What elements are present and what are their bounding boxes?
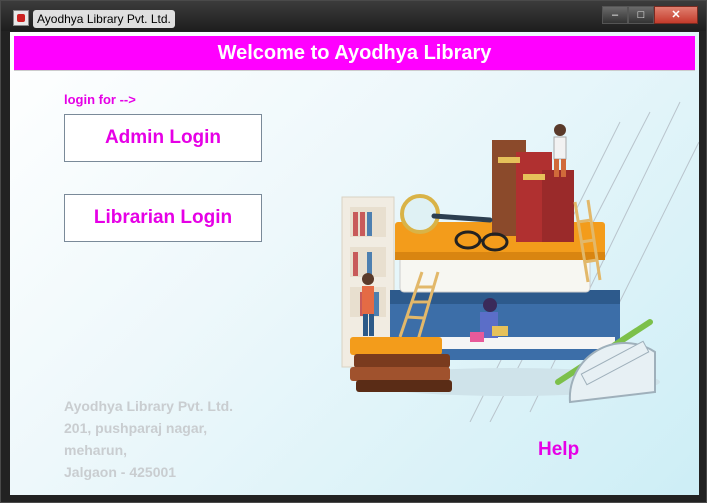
window-controls: – □ ✕	[602, 6, 698, 24]
admin-login-button[interactable]: Admin Login	[64, 114, 262, 162]
address-line-4: Jalgaon - 425001	[64, 464, 177, 480]
close-button[interactable]: ✕	[654, 6, 698, 24]
window-title: Ayodhya Library Pvt. Ltd.	[33, 10, 175, 28]
app-icon	[13, 10, 29, 26]
page-title: Welcome to Ayodhya Library	[14, 36, 695, 71]
title-bar[interactable]: Ayodhya Library Pvt. Ltd. – □ ✕	[1, 1, 706, 31]
address-block: Ayodhya Library Pvt. Ltd. 201, pushparaj…	[64, 395, 233, 483]
librarian-login-button[interactable]: Librarian Login	[64, 194, 262, 242]
help-link[interactable]: Help	[538, 439, 579, 461]
books-stack-illustration	[341, 101, 699, 422]
address-line-1: Ayodhya Library Pvt. Ltd.	[64, 398, 234, 414]
main-panel: Welcome to Ayodhya Library login for -->…	[10, 32, 699, 495]
address-line-2: 201, pushparaj nagar,	[64, 420, 208, 436]
minimize-button[interactable]: –	[602, 6, 628, 24]
maximize-button[interactable]: □	[628, 6, 654, 24]
app-window: Ayodhya Library Pvt. Ltd. – □ ✕ Welcome …	[0, 0, 707, 503]
address-line-3: meharun,	[64, 442, 128, 458]
login-prompt-label: login for -->	[64, 92, 136, 107]
